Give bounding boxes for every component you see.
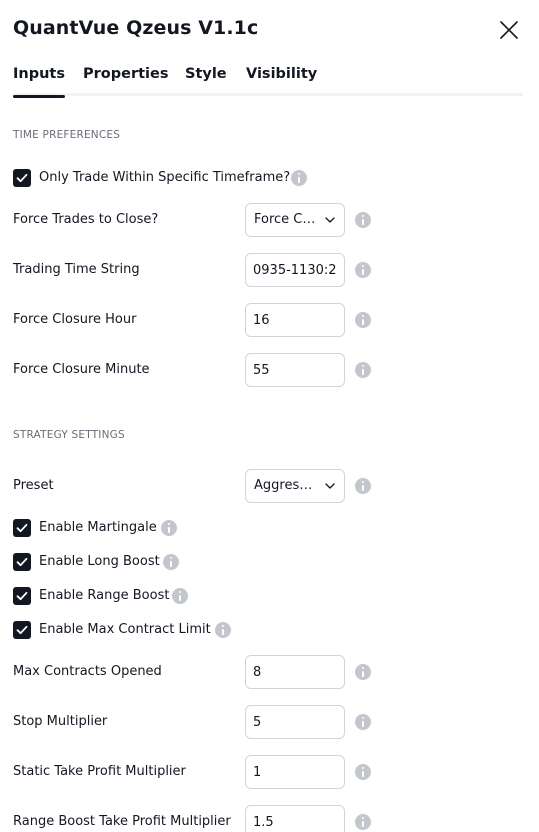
only-trade-within-checkbox[interactable] <box>13 169 31 187</box>
info-icon[interactable] <box>355 714 371 730</box>
trading-time-string-label: Trading Time String <box>13 262 140 277</box>
info-icon[interactable] <box>355 664 371 680</box>
force-closure-hour-input[interactable] <box>246 304 344 336</box>
static-take-profit-multiplier-field[interactable] <box>245 755 345 789</box>
trading-time-string-input[interactable] <box>246 254 344 286</box>
force-trades-close-value: Force Close <box>254 212 318 227</box>
info-icon[interactable] <box>215 622 231 638</box>
section-title-strategy-settings: STRATEGY SETTINGS <box>13 429 125 441</box>
force-closure-minute-label: Force Closure Minute <box>13 362 150 377</box>
range-boost-take-profit-multiplier-label: Range Boost Take Profit Multiplier <box>13 814 231 829</box>
force-closure-hour-label: Force Closure Hour <box>13 312 137 327</box>
static-take-profit-multiplier-label: Static Take Profit Multiplier <box>13 764 186 779</box>
stop-multiplier-label: Stop Multiplier <box>13 714 108 729</box>
tab-properties[interactable]: Properties <box>83 66 168 96</box>
enable-max-contract-limit-label: Enable Max Contract Limit <box>39 622 211 637</box>
tab-style[interactable]: Style <box>185 66 227 96</box>
tab-bar: Inputs Properties Style Visibility <box>13 63 523 98</box>
max-contracts-opened-input[interactable] <box>246 656 344 688</box>
info-icon[interactable] <box>172 588 188 604</box>
static-take-profit-multiplier-input[interactable] <box>246 756 344 788</box>
info-icon[interactable] <box>355 764 371 780</box>
max-contracts-opened-field[interactable] <box>245 655 345 689</box>
max-contracts-opened-label: Max Contracts Opened <box>13 664 162 679</box>
force-trades-close-select[interactable]: Force Close <box>245 203 345 237</box>
close-icon[interactable] <box>496 17 522 43</box>
info-icon[interactable] <box>163 554 179 570</box>
section-title-time-preferences: TIME PREFERENCES <box>13 129 121 141</box>
enable-range-boost-label: Enable Range Boost <box>39 588 170 603</box>
range-boost-take-profit-multiplier-input[interactable] <box>246 806 344 832</box>
info-icon[interactable] <box>355 478 371 494</box>
enable-martingale-label: Enable Martingale <box>39 520 157 535</box>
tab-inputs[interactable]: Inputs <box>13 66 65 98</box>
info-icon[interactable] <box>355 312 371 328</box>
dialog-header: QuantVue Qzeus V1.1c <box>0 0 539 60</box>
info-icon[interactable] <box>355 262 371 278</box>
force-closure-hour-field[interactable] <box>245 303 345 337</box>
tab-visibility[interactable]: Visibility <box>246 66 317 96</box>
force-closure-minute-field[interactable] <box>245 353 345 387</box>
dialog-title: QuantVue Qzeus V1.1c <box>13 17 259 39</box>
trading-time-string-field[interactable] <box>245 253 345 287</box>
force-closure-minute-input[interactable] <box>246 354 344 386</box>
enable-max-contract-limit-checkbox[interactable] <box>13 621 31 639</box>
force-trades-close-label: Force Trades to Close? <box>13 212 159 227</box>
info-icon[interactable] <box>355 814 371 830</box>
preset-select[interactable]: Aggressive <box>245 469 345 503</box>
chevron-down-icon <box>325 483 335 489</box>
preset-label: Preset <box>13 478 54 493</box>
info-icon[interactable] <box>291 170 307 186</box>
preset-value: Aggressive <box>254 478 318 493</box>
stop-multiplier-field[interactable] <box>245 705 345 739</box>
info-icon[interactable] <box>355 362 371 378</box>
info-icon[interactable] <box>355 212 371 228</box>
enable-long-boost-checkbox[interactable] <box>13 553 31 571</box>
info-icon[interactable] <box>161 520 177 536</box>
chevron-down-icon <box>325 217 335 223</box>
enable-long-boost-label: Enable Long Boost <box>39 554 160 569</box>
range-boost-take-profit-multiplier-field[interactable] <box>245 805 345 832</box>
stop-multiplier-input[interactable] <box>246 706 344 738</box>
enable-range-boost-checkbox[interactable] <box>13 587 31 605</box>
enable-martingale-checkbox[interactable] <box>13 519 31 537</box>
only-trade-within-label: Only Trade Within Specific Timeframe? <box>39 170 291 185</box>
